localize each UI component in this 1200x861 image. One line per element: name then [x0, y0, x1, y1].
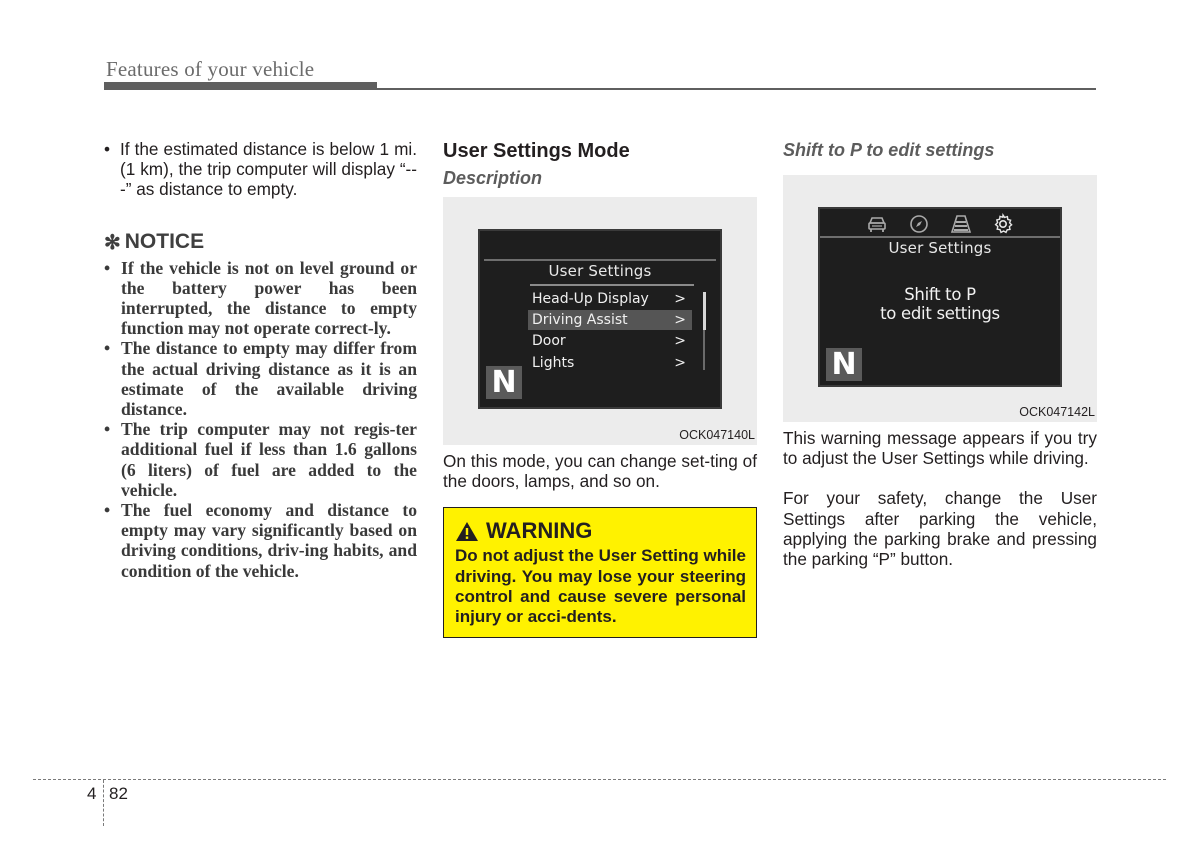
chevron-right-icon: >: [674, 291, 686, 307]
safety-instruction: For your safety, change the User Setting…: [783, 488, 1097, 570]
notice-asterisk-icon: ✻: [104, 231, 121, 254]
menu-item-label: Lights: [532, 355, 575, 371]
bullet-dot: •: [104, 257, 111, 278]
bullet-dot: •: [104, 338, 111, 359]
menu-scroll-track: [703, 330, 705, 370]
notice-item: • The fuel economy and distance to empty…: [104, 500, 417, 581]
menu-scrollbar[interactable]: [703, 292, 706, 330]
warning-box: WARNING Do not adjust the User Setting w…: [443, 507, 757, 639]
gear-indicator: N: [826, 348, 862, 381]
road-icon[interactable]: [950, 213, 972, 235]
left-column: • If the estimated distance is below 1 m…: [104, 139, 417, 581]
warning-title: WARNING: [486, 518, 593, 544]
heading-underline: [530, 284, 694, 286]
screen-divider: [820, 236, 1060, 238]
bullet-dot: •: [104, 500, 111, 521]
chevron-right-icon: >: [674, 355, 686, 371]
notice-item: • The distance to empty may differ from …: [104, 338, 417, 419]
notice-list: • If the vehicle is not on level ground …: [104, 258, 417, 581]
page-header-title: Features of your vehicle: [106, 57, 315, 81]
car-icon[interactable]: [866, 213, 888, 235]
mode-description: On this mode, you can change set-ting of…: [443, 451, 757, 492]
gear-indicator: N: [486, 366, 522, 399]
shift-subtitle: Shift to P to edit settings: [783, 140, 995, 160]
right-column: Shift to P to edit settings User Setting…: [783, 139, 1097, 569]
notice-item-text: If the vehicle is not on level ground or…: [121, 257, 417, 339]
figure-code: OCK047140L: [679, 428, 755, 442]
footer-divider: [103, 780, 104, 826]
notice-heading: ✻ NOTICE: [104, 230, 417, 255]
screen-heading: User Settings: [548, 262, 652, 280]
notice-title: NOTICE: [124, 230, 205, 254]
shift-to-p-figure: User Settings Shift to P to edit setting…: [783, 175, 1097, 422]
figure-code: OCK047142L: [1019, 405, 1095, 419]
chapter-number: 4: [87, 784, 97, 803]
notice-item-text: The distance to empty may differ from th…: [121, 338, 417, 420]
compass-icon[interactable]: [908, 213, 930, 235]
menu-item-label: Door: [532, 333, 566, 349]
menu-item-lights[interactable]: Lights >: [528, 353, 692, 373]
menu-item-label: Driving Assist: [532, 312, 628, 328]
description-subtitle: Description: [443, 168, 543, 188]
footer-rule: [33, 779, 1166, 780]
menu-item-door[interactable]: Door >: [528, 331, 692, 351]
header-rule-thin: [377, 88, 1096, 90]
menu-item-label: Head-Up Display: [532, 291, 649, 307]
chevron-right-icon: >: [674, 333, 686, 349]
middle-column: User Settings Mode Description User Sett…: [443, 139, 757, 639]
bullet-dot: •: [104, 419, 111, 440]
page-number: 82: [109, 784, 128, 803]
header-rule-thick: [104, 82, 377, 90]
intro-bullet-text: If the estimated distance is below 1 mi.…: [120, 139, 417, 200]
screen-heading: User Settings: [888, 239, 992, 257]
menu-item-head-up-display[interactable]: Head-Up Display >: [528, 289, 692, 309]
notice-item: • The trip computer may not regis-ter ad…: [104, 419, 417, 500]
cluster-tab-icons: [820, 212, 1060, 235]
warning-message-explanation: This warning message appears if you try …: [783, 428, 1097, 469]
user-settings-menu-figure: User Settings Head-Up Display > Driving …: [443, 197, 757, 445]
intro-bullet: • If the estimated distance is below 1 m…: [104, 139, 417, 200]
notice-item-text: The trip computer may not regis-ter addi…: [121, 419, 417, 500]
warning-heading: WARNING: [455, 518, 746, 544]
shift-message-line2: to edit settings: [880, 304, 1000, 323]
warning-body: Do not adjust the User Setting while dri…: [455, 546, 746, 627]
screen-divider: [484, 259, 716, 261]
bullet-dot: •: [104, 139, 111, 159]
notice-item: • If the vehicle is not on level ground …: [104, 258, 417, 339]
gear-icon[interactable]: [992, 212, 1014, 235]
notice-item-text: The fuel economy and distance to empty m…: [121, 500, 417, 581]
cluster-screen: User Settings Head-Up Display > Driving …: [478, 229, 722, 409]
chevron-right-icon: >: [674, 312, 686, 328]
warning-triangle-icon: [456, 521, 478, 541]
cluster-screen: User Settings Shift to P to edit setting…: [818, 207, 1062, 387]
section-title: User Settings Mode: [443, 140, 630, 162]
menu-item-driving-assist[interactable]: Driving Assist >: [528, 310, 692, 330]
shift-message-line1: Shift to P: [904, 285, 976, 304]
